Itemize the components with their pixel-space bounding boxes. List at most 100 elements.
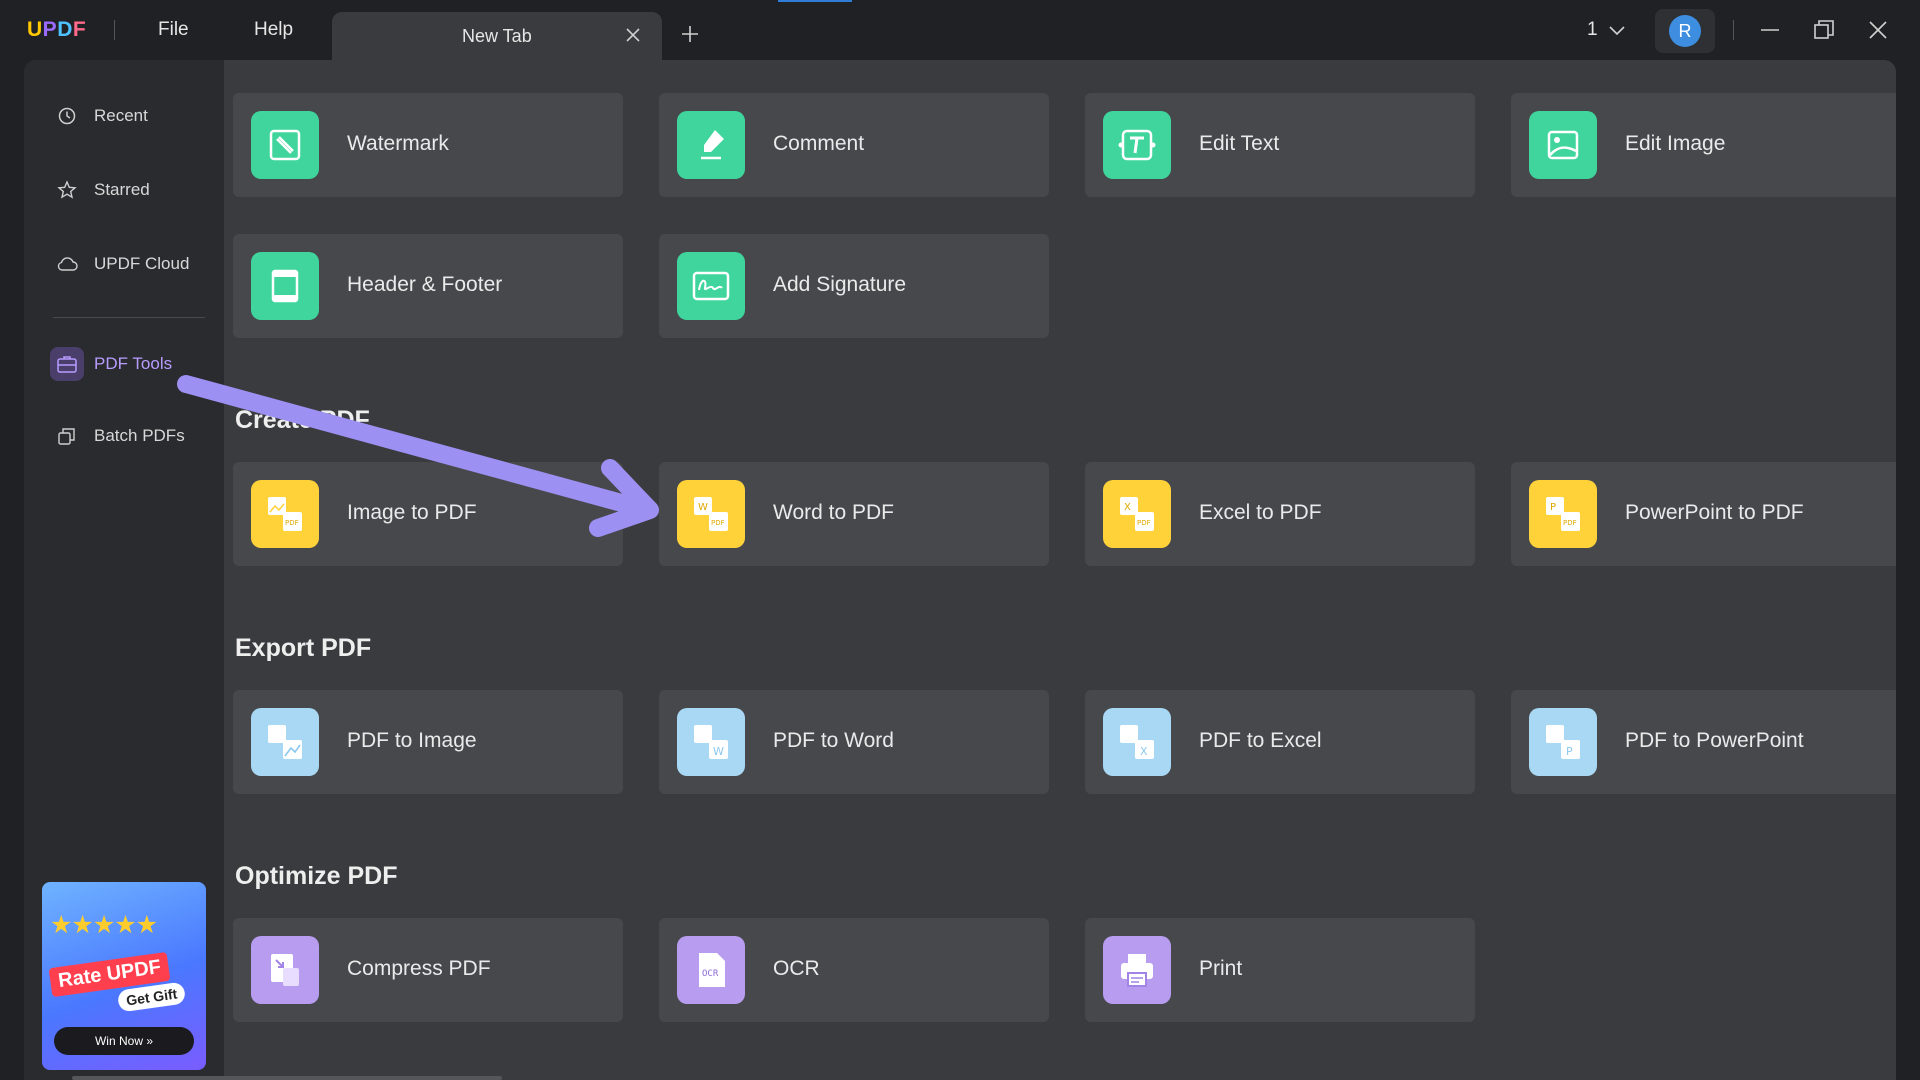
tool-label: Comment bbox=[773, 132, 865, 155]
svg-text:X: X bbox=[1124, 502, 1131, 513]
tool-pdf-to-excel[interactable]: X PDF to Excel bbox=[1085, 690, 1475, 794]
sidebar: Recent Starred UPDF Cloud PDF Tools Batc… bbox=[24, 60, 224, 1080]
minimize-icon[interactable] bbox=[1758, 18, 1782, 42]
restore-icon[interactable] bbox=[1812, 18, 1836, 42]
compress-icon bbox=[251, 936, 319, 1004]
close-window-icon[interactable] bbox=[1866, 18, 1890, 42]
title-bar: UPDF File Help New Tab 1 R bbox=[0, 0, 1920, 60]
sidebar-item-label: Recent bbox=[94, 106, 148, 125]
sidebar-item-pdf-tools[interactable]: PDF Tools bbox=[50, 344, 220, 384]
pdf-to-excel-icon: X bbox=[1103, 708, 1171, 776]
clock-icon bbox=[50, 99, 84, 133]
svg-text:OCR: OCR bbox=[702, 969, 719, 979]
highlighter-icon bbox=[677, 111, 745, 179]
tool-edit-text[interactable]: Edit Text bbox=[1085, 93, 1475, 197]
ocr-icon: OCR bbox=[677, 936, 745, 1004]
word-to-pdf-icon: W PDF bbox=[677, 480, 745, 548]
sidebar-item-cloud[interactable]: UPDF Cloud bbox=[50, 244, 220, 284]
pdf-tools-content: Watermark Comment Edit Text Edit Image H… bbox=[224, 60, 1896, 1080]
rate-updf-promo[interactable]: ★★★★★ Rate UPDF Get Gift Win Now » bbox=[42, 882, 206, 1070]
title-separator bbox=[114, 20, 115, 40]
svg-text:PDF: PDF bbox=[285, 519, 299, 527]
pdf-to-word-icon: W bbox=[677, 708, 745, 776]
svg-text:W: W bbox=[698, 502, 708, 513]
header-footer-icon bbox=[251, 252, 319, 320]
tool-label: PDF to Image bbox=[347, 729, 477, 752]
tool-ocr[interactable]: OCR OCR bbox=[659, 918, 1049, 1022]
win-now-button[interactable]: Win Now » bbox=[54, 1027, 194, 1055]
tool-image-to-pdf[interactable]: PDF Image to PDF bbox=[233, 462, 623, 566]
sidebar-item-label: Starred bbox=[94, 180, 150, 199]
excel-to-pdf-icon: X PDF bbox=[1103, 480, 1171, 548]
tool-label: Word to PDF bbox=[773, 501, 894, 524]
tab-new-tab[interactable]: New Tab bbox=[332, 12, 662, 60]
sidebar-item-recent[interactable]: Recent bbox=[50, 96, 220, 136]
star-icon bbox=[50, 173, 84, 207]
plus-icon[interactable] bbox=[678, 22, 702, 46]
tool-pdf-to-word[interactable]: W PDF to Word bbox=[659, 690, 1049, 794]
edit-image-icon bbox=[1529, 111, 1597, 179]
tool-pdf-to-image[interactable]: PDF to Image bbox=[233, 690, 623, 794]
tool-powerpoint-to-pdf[interactable]: P PDF PowerPoint to PDF bbox=[1511, 462, 1896, 566]
avatar: R bbox=[1669, 15, 1701, 47]
section-title-optimize-pdf: Optimize PDF bbox=[235, 862, 398, 890]
svg-text:P: P bbox=[1566, 745, 1573, 758]
tool-label: Edit Text bbox=[1199, 132, 1280, 155]
tool-edit-image[interactable]: Edit Image bbox=[1511, 93, 1896, 197]
cloud-icon bbox=[50, 247, 84, 281]
svg-text:W: W bbox=[713, 745, 724, 758]
updf-logo[interactable]: UPDF bbox=[27, 18, 86, 42]
svg-text:PDF: PDF bbox=[1137, 519, 1151, 527]
tool-compress-pdf[interactable]: Compress PDF bbox=[233, 918, 623, 1022]
printer-icon bbox=[1103, 936, 1171, 1004]
page-selector[interactable]: 1 bbox=[1587, 19, 1598, 41]
tool-label: PDF to Word bbox=[773, 729, 894, 752]
image-to-pdf-icon: PDF bbox=[251, 480, 319, 548]
sidebar-item-label: PDF Tools bbox=[94, 354, 173, 373]
tool-label: PDF to Excel bbox=[1199, 729, 1322, 752]
tool-print[interactable]: Print bbox=[1085, 918, 1475, 1022]
rating-stars-icon: ★★★★★ bbox=[50, 911, 158, 939]
menu-help[interactable]: Help bbox=[254, 19, 293, 41]
sidebar-divider bbox=[53, 317, 205, 318]
svg-text:X: X bbox=[1140, 745, 1148, 758]
tool-comment[interactable]: Comment bbox=[659, 93, 1049, 197]
tool-watermark[interactable]: Watermark bbox=[233, 93, 623, 197]
watermark-icon bbox=[251, 111, 319, 179]
powerpoint-to-pdf-icon: P PDF bbox=[1529, 480, 1597, 548]
tool-label: PDF to PowerPoint bbox=[1625, 729, 1804, 752]
section-title-export-pdf: Export PDF bbox=[235, 634, 372, 662]
tool-add-signature[interactable]: Add Signature bbox=[659, 234, 1049, 338]
svg-text:PDF: PDF bbox=[711, 519, 725, 527]
pdf-to-powerpoint-icon: P bbox=[1529, 708, 1597, 776]
svg-text:PDF: PDF bbox=[1563, 519, 1577, 527]
chevron-down-icon[interactable] bbox=[1607, 20, 1627, 40]
tab-label: New Tab bbox=[462, 26, 532, 46]
tool-label: Compress PDF bbox=[347, 957, 491, 980]
sidebar-item-starred[interactable]: Starred bbox=[50, 170, 220, 210]
tool-label: Watermark bbox=[347, 132, 449, 155]
close-tab-icon[interactable] bbox=[622, 24, 644, 46]
menu-file[interactable]: File bbox=[158, 19, 189, 41]
tool-pdf-to-powerpoint[interactable]: P PDF to PowerPoint bbox=[1511, 690, 1896, 794]
edit-text-icon bbox=[1103, 111, 1171, 179]
tool-word-to-pdf[interactable]: W PDF Word to PDF bbox=[659, 462, 1049, 566]
tool-excel-to-pdf[interactable]: X PDF Excel to PDF bbox=[1085, 462, 1475, 566]
main-window: Recent Starred UPDF Cloud PDF Tools Batc… bbox=[24, 60, 1896, 1080]
pdf-to-image-icon bbox=[251, 708, 319, 776]
svg-text:P: P bbox=[1550, 502, 1556, 513]
tool-label: Header & Footer bbox=[347, 273, 503, 296]
horizontal-scrollbar[interactable] bbox=[72, 1076, 502, 1080]
tool-label: Excel to PDF bbox=[1199, 501, 1322, 524]
signature-icon bbox=[677, 252, 745, 320]
account-button[interactable]: R bbox=[1655, 9, 1715, 53]
batch-icon bbox=[50, 419, 84, 453]
tool-label: Edit Image bbox=[1625, 132, 1726, 155]
section-title-create-pdf: Create PDF bbox=[235, 406, 370, 434]
tool-label: Image to PDF bbox=[347, 501, 477, 524]
sidebar-item-batch-pdfs[interactable]: Batch PDFs bbox=[50, 416, 220, 456]
loading-indicator bbox=[778, 0, 852, 2]
tool-label: Add Signature bbox=[773, 273, 907, 296]
tool-header-footer[interactable]: Header & Footer bbox=[233, 234, 623, 338]
tool-label: Print bbox=[1199, 957, 1243, 980]
